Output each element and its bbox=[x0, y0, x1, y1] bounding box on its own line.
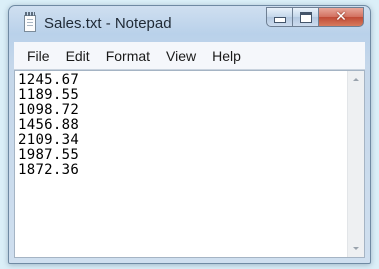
close-button[interactable]: ✕ bbox=[319, 7, 364, 27]
window-controls: ✕ bbox=[266, 7, 364, 29]
maximize-button[interactable] bbox=[293, 7, 319, 27]
text-line: 1245.67 bbox=[18, 72, 80, 88]
menu-edit[interactable]: Edit bbox=[58, 46, 98, 66]
maximize-icon bbox=[299, 11, 312, 23]
scroll-up-arrow-icon bbox=[353, 78, 359, 81]
text-line: 2109.34 bbox=[18, 132, 80, 148]
menu-file[interactable]: File bbox=[19, 46, 58, 66]
text-line: 1098.72 bbox=[18, 102, 80, 118]
minimize-button[interactable] bbox=[266, 7, 293, 27]
title-bar[interactable]: Sales.txt - Notepad ✕ bbox=[9, 6, 370, 42]
vertical-scrollbar[interactable] bbox=[347, 71, 364, 257]
minimize-icon bbox=[273, 17, 286, 23]
text-editor[interactable]: 1245.67 1189.55 1098.72 1456.88 2109.34 … bbox=[14, 70, 365, 258]
menu-view[interactable]: View bbox=[158, 46, 204, 66]
notepad-icon[interactable] bbox=[24, 12, 36, 32]
text-content[interactable]: 1245.67 1189.55 1098.72 1456.88 2109.34 … bbox=[15, 71, 347, 257]
text-line: 1987.55 bbox=[18, 147, 80, 163]
text-line: 1456.88 bbox=[18, 117, 80, 133]
menu-bar: File Edit Format View Help bbox=[14, 42, 365, 70]
menu-help[interactable]: Help bbox=[204, 46, 249, 66]
scroll-up-button[interactable] bbox=[348, 71, 364, 88]
menu-format[interactable]: Format bbox=[98, 46, 158, 66]
text-line: 1872.36 bbox=[18, 162, 80, 178]
close-icon: ✕ bbox=[335, 9, 347, 25]
scroll-down-button[interactable] bbox=[348, 240, 364, 257]
scroll-down-arrow-icon bbox=[353, 247, 359, 250]
notepad-window: Sales.txt - Notepad ✕ File Edit Format V… bbox=[8, 5, 371, 264]
window-title: Sales.txt - Notepad bbox=[44, 15, 172, 32]
text-line: 1189.55 bbox=[18, 87, 80, 103]
